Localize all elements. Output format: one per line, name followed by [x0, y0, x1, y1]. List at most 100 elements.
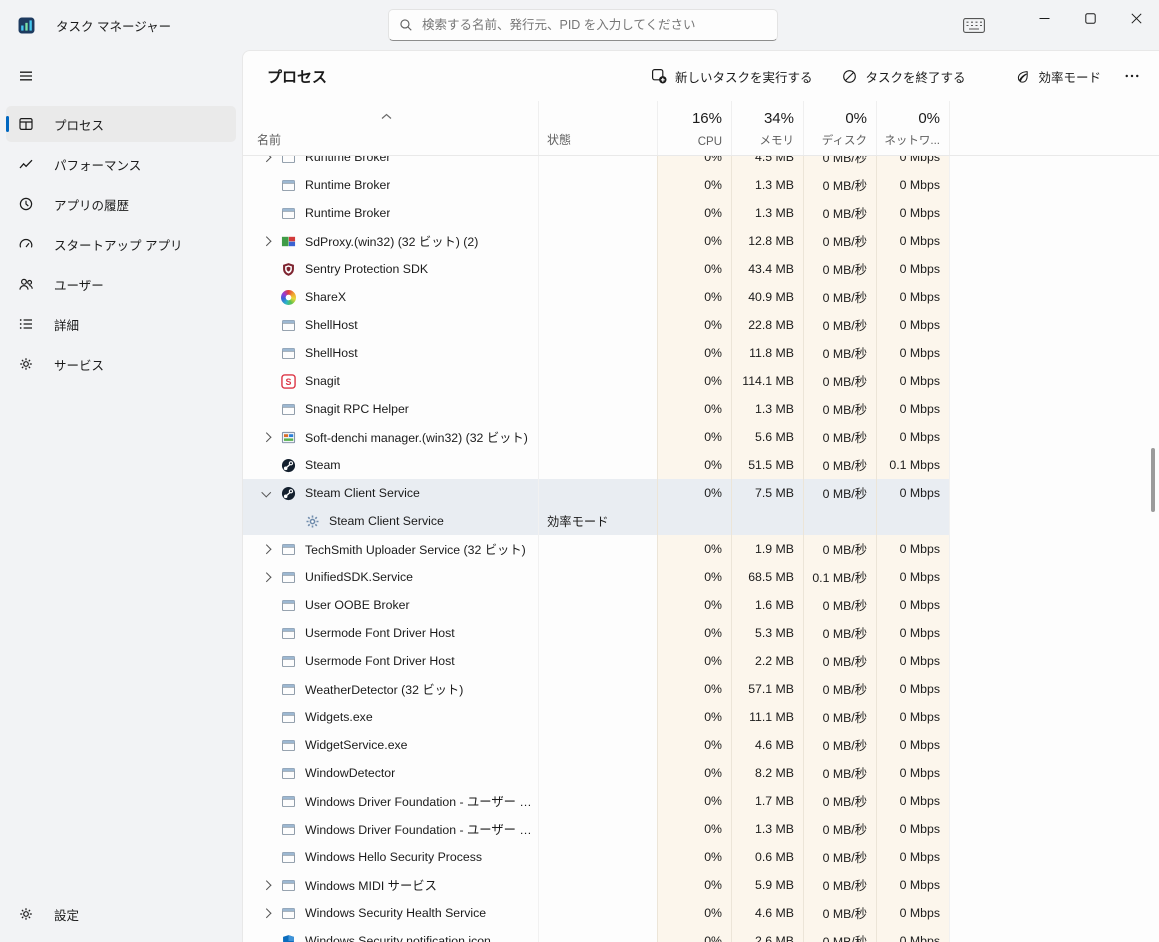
- end-task-button[interactable]: タスクを終了する: [838, 61, 969, 92]
- sidebar-item-startup-apps[interactable]: スタートアップ アプリ: [6, 226, 236, 262]
- chevron-right-icon[interactable]: [259, 234, 273, 248]
- process-row[interactable]: WidgetService.exe 0% 4.6 MB 0 MB/秒 0 Mbps: [243, 731, 1159, 759]
- startup-apps-icon: [18, 236, 34, 252]
- network-cell: 0 Mbps: [876, 871, 949, 899]
- process-row[interactable]: User OOBE Broker 0% 1.6 MB 0 MB/秒 0 Mbps: [243, 591, 1159, 619]
- sidebar-item-label: ユーザー: [54, 278, 104, 293]
- sidebar-item-processes[interactable]: プロセス: [6, 106, 236, 142]
- chevron-right-icon[interactable]: [259, 570, 273, 584]
- status-cell: [538, 227, 657, 255]
- sidebar-item-details[interactable]: 詳細: [6, 306, 236, 342]
- process-name: Usermode Font Driver Host: [305, 626, 455, 640]
- process-row[interactable]: SdProxy.(win32) (32 ビット) (2) 0% 12.8 MB 0 M…: [243, 227, 1159, 255]
- keyboard-icon[interactable]: [963, 18, 985, 33]
- process-row[interactable]: Windows MIDI サービス 0% 5.9 MB 0 MB/秒 0 Mbps: [243, 871, 1159, 899]
- cpu-cell: 0%: [657, 731, 731, 759]
- process-row[interactable]: ShellHost 0% 11.8 MB 0 MB/秒 0 Mbps: [243, 339, 1159, 367]
- process-row[interactable]: Sentry Protection SDK 0% 43.4 MB 0 MB/秒 0 Mb…: [243, 255, 1159, 283]
- users-icon: [18, 276, 34, 292]
- process-row[interactable]: Windows Security Health Service 0% 4.6 MB 0…: [243, 899, 1159, 927]
- process-row[interactable]: Steam Client Service 効率モード: [243, 507, 1159, 535]
- process-row[interactable]: ShellHost 0% 22.8 MB 0 MB/秒 0 Mbps: [243, 311, 1159, 339]
- process-row[interactable]: UnifiedSDK.Service 0% 68.5 MB 0.1 MB/秒 0 Mbp…: [243, 563, 1159, 591]
- process-name: WeatherDetector (32 ビット): [305, 683, 464, 697]
- sidebar-item-settings[interactable]: 設定: [6, 896, 236, 932]
- row-filler: [949, 395, 1159, 423]
- process-row[interactable]: Steam Client Service 0% 7.5 MB 0 MB/秒 0 Mbps: [243, 479, 1159, 507]
- cpu-cell: 0%: [657, 283, 731, 311]
- row-filler: [949, 759, 1159, 787]
- disk-cell: [803, 507, 876, 535]
- maximize-button[interactable]: [1067, 0, 1113, 36]
- process-name: Snagit RPC Helper: [305, 402, 409, 416]
- chevron-right-icon[interactable]: [259, 906, 273, 920]
- name-cell: WeatherDetector (32 ビット): [243, 675, 538, 703]
- more-options-button[interactable]: [1121, 68, 1143, 84]
- chevron-right-icon[interactable]: [259, 542, 273, 556]
- process-row[interactable]: Runtime Broker 0% 4.5 MB 0 MB/秒 0 Mbps: [243, 156, 1159, 171]
- status-cell: [538, 451, 657, 479]
- row-filler: [949, 367, 1159, 395]
- run-new-task-button[interactable]: 新しいタスクを実行する: [647, 61, 817, 92]
- minimize-button[interactable]: [1021, 0, 1067, 36]
- chevron-placeholder: [259, 850, 273, 864]
- network-cell: [876, 507, 949, 535]
- status-cell: [538, 367, 657, 395]
- details-icon: [18, 316, 34, 332]
- chevron-placeholder: [259, 206, 273, 220]
- search-box[interactable]: [388, 9, 778, 41]
- status-cell: [538, 899, 657, 927]
- chevron-right-icon[interactable]: [259, 430, 273, 444]
- network-cell: 0 Mbps: [876, 311, 949, 339]
- process-row[interactable]: WeatherDetector (32 ビット) 0% 57.1 MB 0 MB/秒 0…: [243, 675, 1159, 703]
- efficiency-mode-button[interactable]: 効率モード: [1011, 61, 1105, 92]
- row-filler: [949, 843, 1159, 871]
- chevron-down-icon[interactable]: [259, 486, 273, 500]
- close-button[interactable]: [1113, 0, 1159, 36]
- process-row[interactable]: Soft-denchi manager.(win32) (32 ビット) 0% 5.…: [243, 423, 1159, 451]
- sidebar-item-app-history[interactable]: アプリの履歴: [6, 186, 236, 222]
- process-row[interactable]: ShareX 0% 40.9 MB 0 MB/秒 0 Mbps: [243, 283, 1159, 311]
- process-name: Snagit: [305, 374, 340, 388]
- process-row[interactable]: Windows Driver Foundation - ユーザー モ... 0% 1…: [243, 815, 1159, 843]
- process-row[interactable]: Runtime Broker 0% 1.3 MB 0 MB/秒 0 Mbps: [243, 199, 1159, 227]
- column-header-filler: [949, 101, 1159, 155]
- row-filler: [949, 423, 1159, 451]
- disk-cell: 0 MB/秒: [803, 535, 876, 563]
- chevron-right-icon[interactable]: [259, 156, 273, 164]
- cpu-cell: 0%: [657, 927, 731, 942]
- process-row[interactable]: Windows Hello Security Process 0% 0.6 MB 0 …: [243, 843, 1159, 871]
- memory-cell: 12.8 MB: [731, 227, 803, 255]
- process-row[interactable]: Usermode Font Driver Host 0% 2.2 MB 0 MB/秒 0…: [243, 647, 1159, 675]
- process-row[interactable]: Runtime Broker 0% 1.3 MB 0 MB/秒 0 Mbps: [243, 171, 1159, 199]
- scrollbar-thumb[interactable]: [1151, 448, 1155, 512]
- column-header-name[interactable]: 名前: [243, 101, 538, 155]
- sidebar-item-users[interactable]: ユーザー: [6, 266, 236, 302]
- process-row[interactable]: Steam 0% 51.5 MB 0 MB/秒 0.1 Mbps: [243, 451, 1159, 479]
- process-row[interactable]: WindowDetector 0% 8.2 MB 0 MB/秒 0 Mbps: [243, 759, 1159, 787]
- process-row[interactable]: Widgets.exe 0% 11.1 MB 0 MB/秒 0 Mbps: [243, 703, 1159, 731]
- column-header-cpu[interactable]: 16% CPU: [657, 101, 731, 155]
- process-row[interactable]: S Snagit 0% 114.1 MB 0 MB/秒 0 Mbps: [243, 367, 1159, 395]
- navigation-menu-button[interactable]: [6, 58, 236, 94]
- process-row[interactable]: Windows Security notification icon 0% 2.6 …: [243, 927, 1159, 942]
- process-row[interactable]: TechSmith Uploader Service (32 ビット) 0% 1.9…: [243, 535, 1159, 563]
- name-cell: Windows Security Health Service: [243, 899, 538, 927]
- network-cell: 0 Mbps: [876, 227, 949, 255]
- process-row[interactable]: Snagit RPC Helper 0% 1.3 MB 0 MB/秒 0 Mbps: [243, 395, 1159, 423]
- column-header-disk[interactable]: 0% ディスク: [803, 101, 876, 155]
- chevron-right-icon[interactable]: [259, 878, 273, 892]
- column-header-memory[interactable]: 34% メモリ: [731, 101, 803, 155]
- search-input[interactable]: [422, 18, 767, 32]
- maximize-icon: [1084, 12, 1096, 24]
- process-name: WindowDetector: [305, 766, 396, 780]
- toolbar: 新しいタスクを実行する タスクを終了する 効率モード: [647, 61, 1143, 92]
- chevron-placeholder: [259, 794, 273, 808]
- sidebar-item-services[interactable]: サービス: [6, 346, 236, 382]
- sidebar-item-performance[interactable]: パフォーマンス: [6, 146, 236, 182]
- disk-cell: 0 MB/秒: [803, 871, 876, 899]
- column-header-status[interactable]: 状態: [538, 101, 657, 155]
- process-row[interactable]: Windows Driver Foundation - ユーザー モ... 0% 1…: [243, 787, 1159, 815]
- column-header-network[interactable]: 0% ネットワ...: [876, 101, 949, 155]
- process-row[interactable]: Usermode Font Driver Host 0% 5.3 MB 0 MB/秒 0…: [243, 619, 1159, 647]
